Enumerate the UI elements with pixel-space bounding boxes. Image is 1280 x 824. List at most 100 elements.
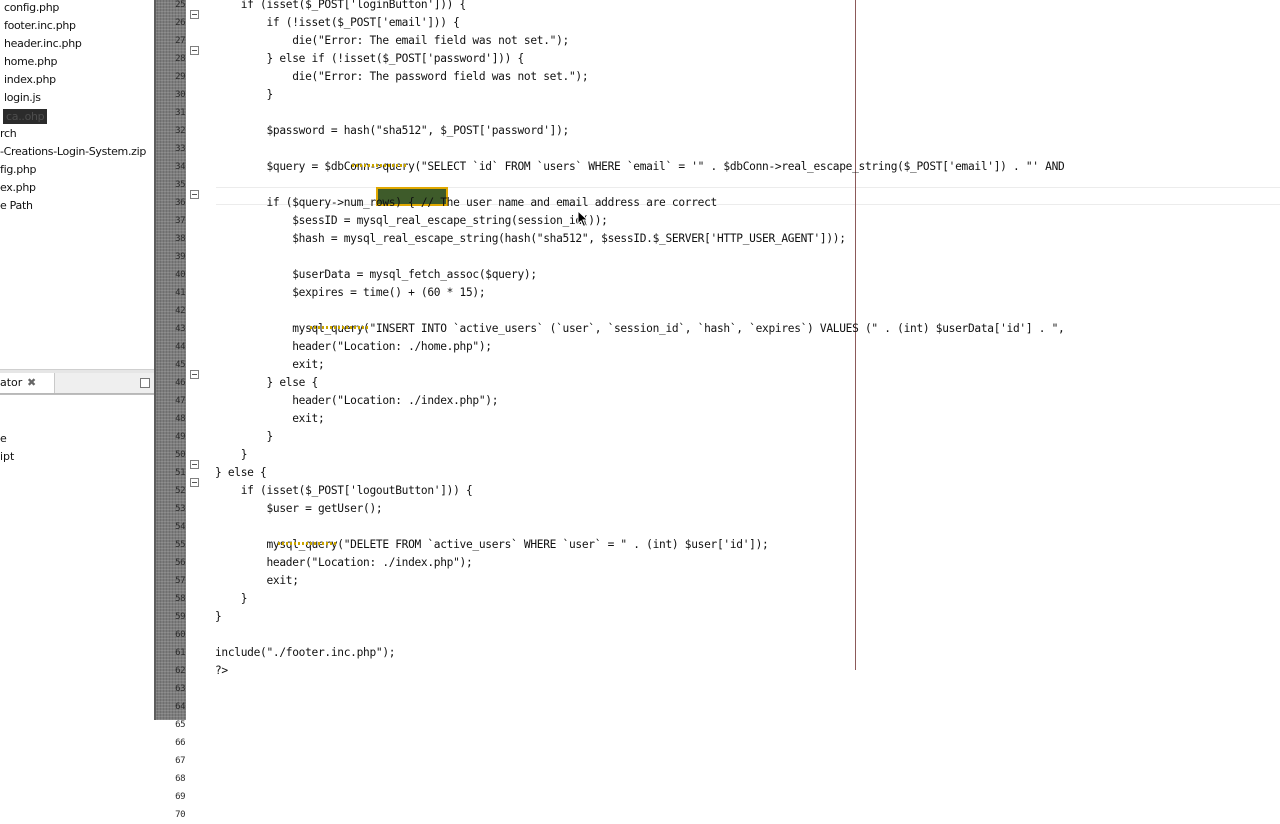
code-editor[interactable]: if (isset($_POST['loginButton'])) { if (… xyxy=(186,0,1280,720)
code-line: if (isset($_POST['logoutButton'])) { xyxy=(215,484,473,497)
project-explorer-panel: config.php footer.inc.php header.inc.php… xyxy=(0,0,154,720)
line-number: 32 xyxy=(175,126,185,136)
close-icon[interactable]: ✖ xyxy=(27,373,36,393)
code-line: mysql_query("INSERT INTO `active_users` … xyxy=(215,322,1065,335)
navigator-tab[interactable]: ator ✖ xyxy=(0,373,55,393)
line-number: 42 xyxy=(175,306,185,316)
code-line: } else { xyxy=(215,376,318,389)
line-number: 62 xyxy=(175,666,185,676)
divider xyxy=(0,394,154,395)
line-number: 33 xyxy=(175,144,185,154)
code-line: exit; xyxy=(215,412,325,425)
line-number: 39 xyxy=(175,252,185,262)
line-number: 31 xyxy=(175,108,185,118)
navigator-item[interactable]: ipt xyxy=(0,449,14,465)
line-number: 68 xyxy=(175,774,185,784)
code-line: $userData = mysql_fetch_assoc($query); xyxy=(215,268,537,281)
line-number: 56 xyxy=(175,558,185,568)
line-number: 61 xyxy=(175,648,185,658)
line-number: 37 xyxy=(175,216,185,226)
line-number: 70 xyxy=(175,810,185,820)
line-number: 50 xyxy=(175,450,185,460)
line-number: 66 xyxy=(175,738,185,748)
code-line: mysql_query("DELETE FROM `active_users` … xyxy=(215,538,769,551)
line-number: 28 xyxy=(175,54,185,64)
line-number: 29 xyxy=(175,72,185,82)
file-item-login-js[interactable]: login.js xyxy=(4,89,41,107)
code-line: $sessID = mysql_real_escape_string(sessi… xyxy=(215,214,608,227)
file-item-home[interactable]: home.php xyxy=(4,53,58,71)
line-number: 27 xyxy=(175,36,185,46)
code-line: $expires = time() + (60 * 15); xyxy=(215,286,486,299)
line-number: 40 xyxy=(175,270,185,280)
code-line: die("Error: The password field was not s… xyxy=(215,70,589,83)
line-number: 67 xyxy=(175,756,185,766)
tree-item-config[interactable]: fig.php xyxy=(0,161,37,179)
code-line: } else if (!isset($_POST['password'])) { xyxy=(215,52,524,65)
code-line: include("./footer.inc.php"); xyxy=(215,646,396,659)
line-number: 38 xyxy=(175,234,185,244)
line-number: 35 xyxy=(175,180,185,190)
code-line: } xyxy=(215,430,273,443)
line-number: 25 xyxy=(175,0,185,10)
line-number: 48 xyxy=(175,414,185,424)
line-number: 59 xyxy=(175,612,185,622)
line-number: 69 xyxy=(175,792,185,802)
file-tree: config.php footer.inc.php header.inc.php… xyxy=(0,0,154,370)
code-line: } else { xyxy=(215,466,267,479)
mouse-cursor-icon xyxy=(577,210,589,228)
line-number: 34 xyxy=(175,162,185,172)
code-line: exit; xyxy=(215,358,325,371)
warning-underline xyxy=(310,326,370,329)
line-number: 63 xyxy=(175,684,185,694)
code-line: ?> xyxy=(215,664,228,677)
line-number: 60 xyxy=(175,630,185,640)
line-number: 58 xyxy=(175,594,185,604)
warning-underline xyxy=(352,164,406,167)
code-line: $query = $dbConn->query("SELECT `id` FRO… xyxy=(215,160,1065,173)
line-number-gutter: 25 26 27 28 29 30 31 32 33 34 35 36 37 38 39 40 41 42 43 44… xyxy=(170,0,186,820)
line-number: 52 xyxy=(175,486,185,496)
line-number: 30 xyxy=(175,90,185,100)
tree-item-zip[interactable]: -Creations-Login-System.zip xyxy=(0,143,146,161)
tree-item-search[interactable]: rch xyxy=(0,125,17,143)
code-line: exit; xyxy=(215,574,299,587)
line-number: 64 xyxy=(175,702,185,712)
code-line: } xyxy=(215,610,222,623)
code-line: $user = getUser(); xyxy=(215,502,383,515)
tree-item-index[interactable]: ex.php xyxy=(0,179,36,197)
code-line: header("Location: ./home.php"); xyxy=(215,340,492,353)
tree-item-include-path[interactable]: e Path xyxy=(0,197,33,215)
code-line: } xyxy=(215,592,248,605)
minimize-icon[interactable] xyxy=(140,378,150,388)
navigator-item[interactable]: e xyxy=(0,431,7,447)
line-number: 54 xyxy=(175,522,185,532)
line-number: 26 xyxy=(175,18,185,28)
code-line: if ($query->num_rows) { // The user name… xyxy=(215,196,717,209)
code-line: $hash = mysql_real_escape_string(hash("s… xyxy=(215,232,846,245)
code-line: header("Location: ./index.php"); xyxy=(215,556,473,569)
warning-underline xyxy=(278,542,338,545)
line-number: 53 xyxy=(175,504,185,514)
navigator-panel-header: ator ✖ xyxy=(0,373,154,394)
code-line: if (isset($_POST['loginButton'])) { xyxy=(215,0,467,11)
code-line: header("Location: ./index.php"); xyxy=(215,394,499,407)
code-line: } xyxy=(215,448,248,461)
line-number: 47 xyxy=(175,396,185,406)
file-item-selected[interactable]: ca..ohp xyxy=(3,109,48,124)
code-line: if (!isset($_POST['email'])) { xyxy=(215,16,460,29)
line-number: 49 xyxy=(175,432,185,442)
code-line: } xyxy=(215,88,273,101)
line-number: 43 xyxy=(175,324,185,334)
line-number: 55 xyxy=(175,540,185,550)
line-number: 36 xyxy=(175,198,185,208)
file-item-footer[interactable]: footer.inc.php xyxy=(4,17,76,35)
file-item-index[interactable]: index.php xyxy=(4,71,56,89)
line-number: 45 xyxy=(175,360,185,370)
navigator-tab-label: ator xyxy=(0,376,23,389)
line-number: 65 xyxy=(175,720,185,730)
line-number: 51 xyxy=(175,468,185,478)
file-item-config[interactable]: config.php xyxy=(4,0,59,17)
line-number: 41 xyxy=(175,288,185,298)
file-item-header[interactable]: header.inc.php xyxy=(4,35,82,53)
